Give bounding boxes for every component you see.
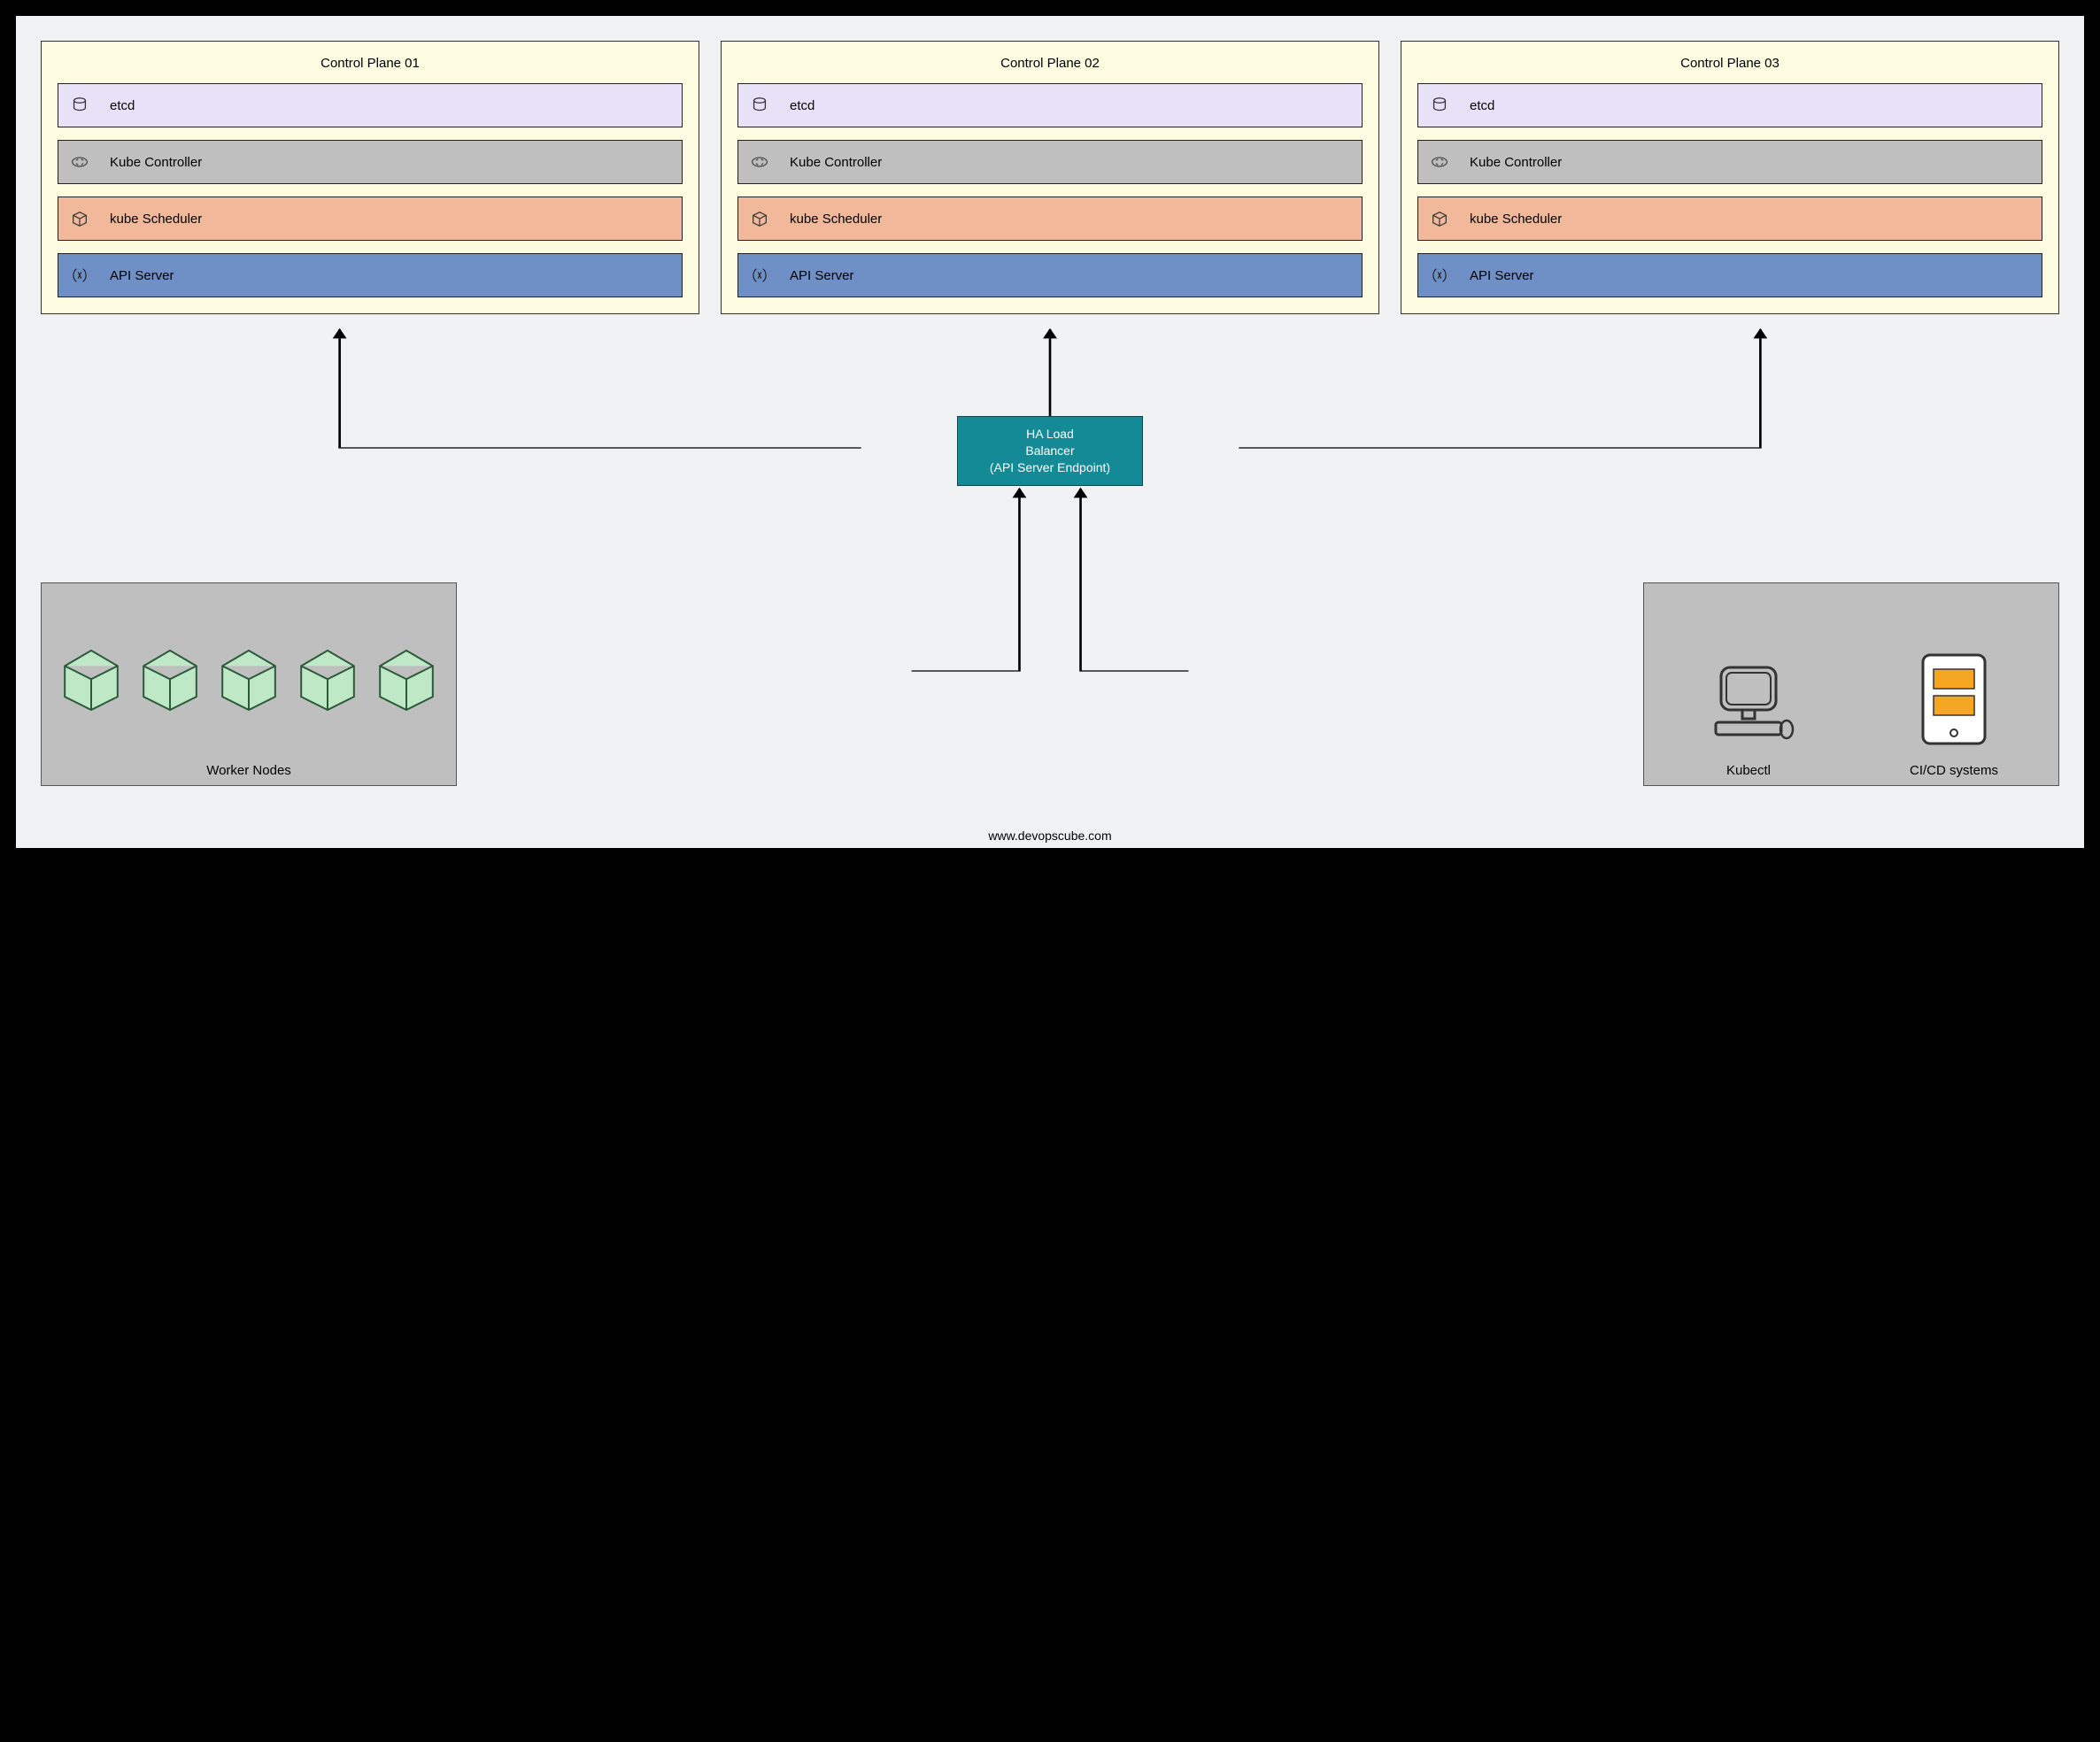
worker-nodes-group: Worker Nodes — [41, 582, 457, 786]
cube-icon — [747, 206, 772, 231]
kube-controller-component: Kube Controller — [1417, 140, 2042, 184]
cicd-label: CI/CD systems — [1910, 763, 1998, 778]
component-label: Kube Controller — [104, 155, 673, 170]
worker-cubes-row — [58, 599, 440, 756]
controller-icon — [747, 150, 772, 174]
lb-line: HA Load — [965, 426, 1135, 443]
kube-controller-component: Kube Controller — [737, 140, 1363, 184]
kube-scheduler-component: kube Scheduler — [58, 197, 683, 241]
worker-node-icon — [294, 642, 361, 714]
footer-attribution: www.devopscube.com — [16, 829, 2084, 843]
lb-line: Balancer — [965, 443, 1135, 459]
worker-node-icon — [136, 642, 204, 714]
kube-scheduler-component: kube Scheduler — [737, 197, 1363, 241]
cube-icon — [67, 206, 92, 231]
worker-node-icon — [215, 642, 282, 714]
lb-line: (API Server Endpoint) — [965, 459, 1135, 476]
component-label: Kube Controller — [784, 155, 1353, 170]
control-plane-3: Control Plane 03 etcd Kube Controller ku… — [1401, 41, 2059, 314]
api-icon — [67, 263, 92, 288]
api-icon — [1427, 263, 1452, 288]
api-server-component: API Server — [58, 253, 683, 297]
component-label: Kube Controller — [1464, 155, 2033, 170]
ha-load-balancer: HA Load Balancer (API Server Endpoint) — [957, 416, 1143, 486]
control-plane-2: Control Plane 02 etcd Kube Controller ku… — [721, 41, 1379, 314]
tablet-icon — [1914, 648, 1994, 754]
computer-icon — [1700, 657, 1797, 754]
controller-icon — [67, 150, 92, 174]
control-plane-title: Control Plane 01 — [58, 56, 683, 71]
database-icon — [747, 93, 772, 118]
kube-controller-component: Kube Controller — [58, 140, 683, 184]
kubectl-client: Kubectl — [1664, 596, 1834, 778]
api-icon — [747, 263, 772, 288]
component-label: API Server — [1464, 268, 2033, 283]
controller-icon — [1427, 150, 1452, 174]
kube-scheduler-component: kube Scheduler — [1417, 197, 2042, 241]
component-label: kube Scheduler — [104, 212, 673, 227]
component-label: etcd — [784, 98, 1353, 113]
component-label: kube Scheduler — [784, 212, 1353, 227]
etcd-component: etcd — [737, 83, 1363, 127]
api-server-component: API Server — [1417, 253, 2042, 297]
etcd-component: etcd — [1417, 83, 2042, 127]
worker-nodes-label: Worker Nodes — [58, 756, 440, 778]
diagram-frame: Control Plane 01 etcd Kube Controller ku… — [16, 16, 2084, 848]
control-plane-title: Control Plane 02 — [737, 56, 1363, 71]
etcd-component: etcd — [58, 83, 683, 127]
control-planes-row: Control Plane 01 etcd Kube Controller ku… — [41, 41, 2059, 314]
clients-group: Kubectl CI/CD systems — [1643, 582, 2059, 786]
component-label: etcd — [1464, 98, 2033, 113]
worker-node-icon — [58, 642, 125, 714]
component-label: etcd — [104, 98, 673, 113]
kubectl-label: Kubectl — [1726, 763, 1771, 778]
worker-node-icon — [373, 642, 440, 714]
component-label: API Server — [784, 268, 1353, 283]
cube-icon — [1427, 206, 1452, 231]
component-label: kube Scheduler — [1464, 212, 2033, 227]
cicd-client: CI/CD systems — [1869, 596, 2039, 778]
control-plane-1: Control Plane 01 etcd Kube Controller ku… — [41, 41, 699, 314]
database-icon — [67, 93, 92, 118]
database-icon — [1427, 93, 1452, 118]
api-server-component: API Server — [737, 253, 1363, 297]
component-label: API Server — [104, 268, 673, 283]
control-plane-title: Control Plane 03 — [1417, 56, 2042, 71]
